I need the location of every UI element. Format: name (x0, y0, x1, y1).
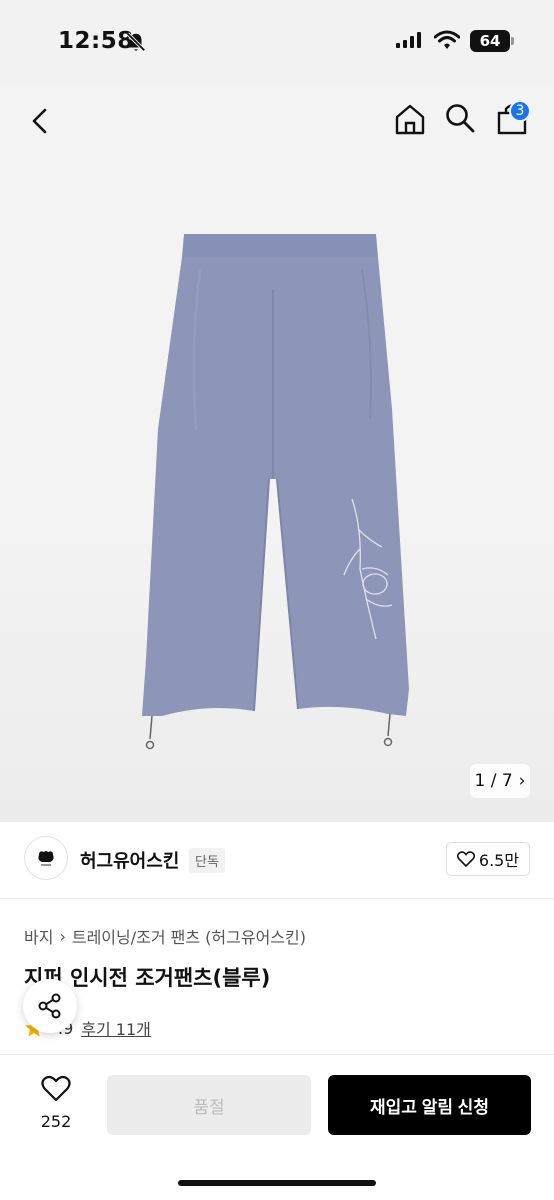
battery-icon: 64 (470, 30, 514, 52)
chevron-right-icon: › (59, 926, 66, 946)
bell-off-icon (126, 32, 146, 52)
status-bar: 12:58 64 (0, 0, 554, 84)
sold-out-button: 품절 (107, 1075, 311, 1135)
cart-count-badge: 3 (509, 100, 531, 122)
divider (0, 898, 554, 899)
search-icon[interactable] (444, 102, 476, 134)
gallery-counter[interactable]: 1 / 7 › (470, 764, 530, 798)
gallery-counter-text: 1 / 7 (474, 771, 513, 791)
share-icon (38, 993, 61, 1019)
brand-row: 허그유어스킨 단독 6.5만 (24, 836, 530, 882)
back-icon[interactable] (26, 106, 54, 136)
brand-like-count: 6.5만 (478, 851, 520, 870)
breadcrumb-subcategory[interactable]: 트레이닝/조거 팬츠 (허그유어스킨) (72, 924, 306, 948)
wifi-icon (434, 30, 460, 49)
bottom-action-bar: 252 품절 재입고 알림 신청 (0, 1054, 554, 1200)
wishlist-count: 252 (40, 1112, 72, 1131)
restock-alert-button[interactable]: 재입고 알림 신청 (328, 1075, 531, 1135)
share-button[interactable] (23, 979, 77, 1033)
home-icon[interactable] (393, 102, 427, 136)
product-image-pants (142, 234, 409, 750)
brand-name[interactable]: 허그유어스킨 (80, 847, 179, 873)
wishlist-button[interactable]: 252 (30, 1075, 82, 1131)
chevron-right-icon: › (518, 771, 526, 791)
breadcrumb-category[interactable]: 바지 (24, 924, 53, 948)
heart-icon (41, 1075, 71, 1102)
product-image-gallery[interactable]: 3 1 / 7 › (0, 84, 554, 822)
heart-icon (456, 851, 475, 867)
home-indicator (178, 1180, 376, 1186)
signal-icon (396, 32, 421, 48)
brand-like-button[interactable]: 6.5만 (446, 842, 530, 876)
brand-logo-icon (38, 851, 54, 866)
review-link[interactable]: 후기 11개 (81, 1016, 151, 1040)
brand-logo[interactable] (24, 836, 68, 880)
status-time: 12:58 (58, 28, 134, 54)
breadcrumb: 바지 › 트레이닝/조거 팬츠 (허그유어스킨) (24, 924, 306, 948)
exclusive-badge: 단독 (189, 848, 225, 873)
